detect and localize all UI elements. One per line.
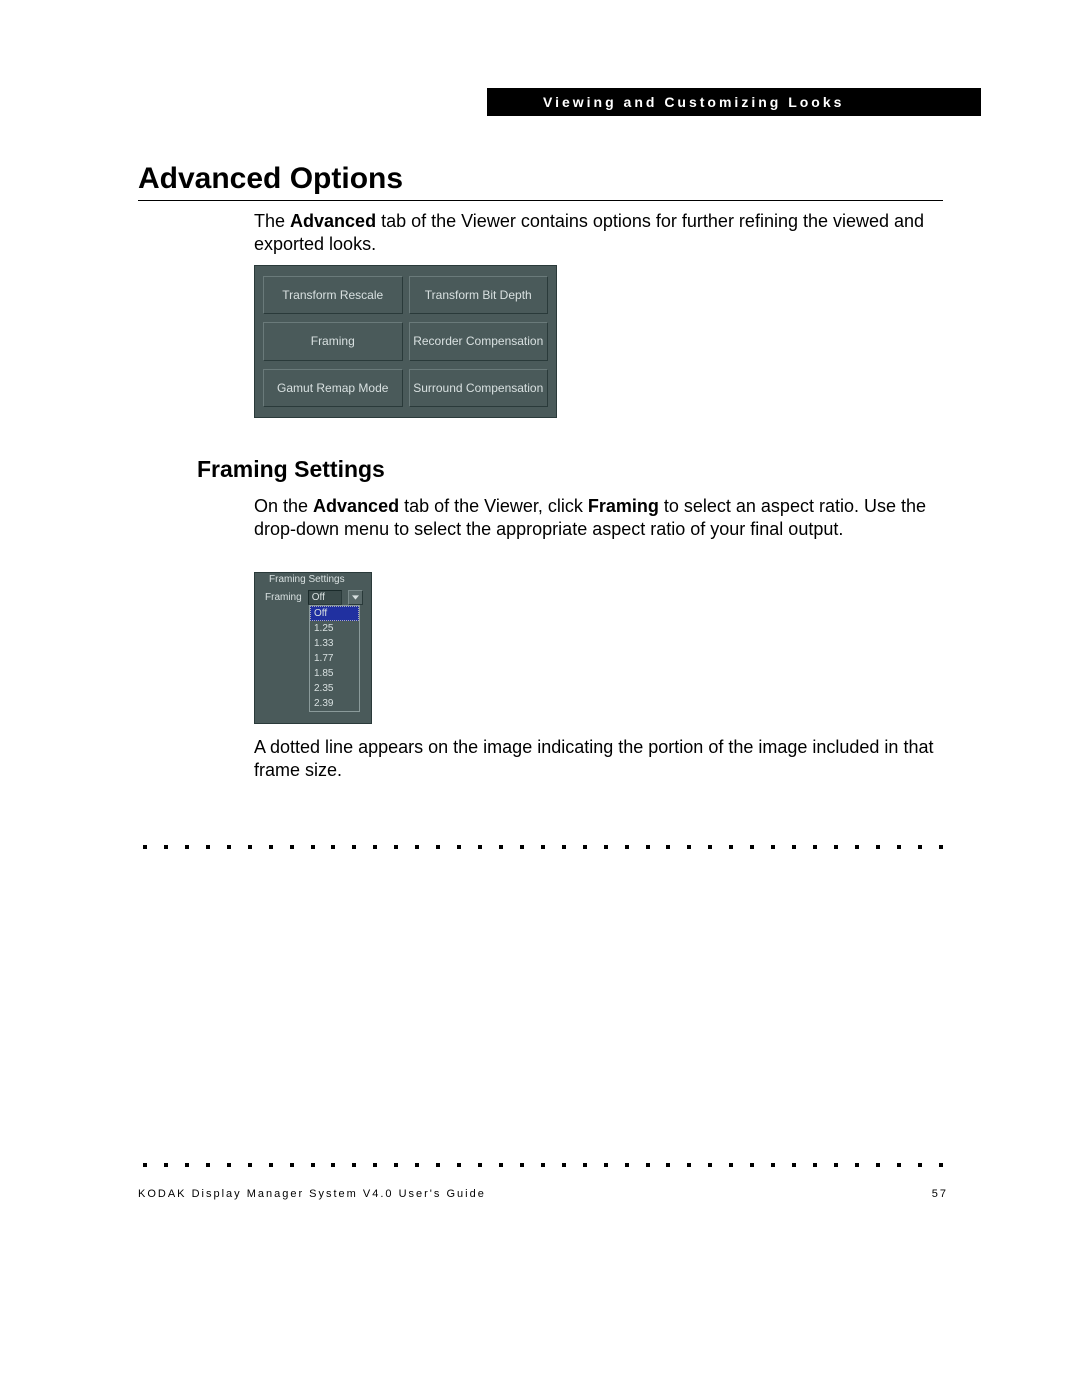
dotted-line-paragraph: A dotted line appears on the image indic… [254,736,944,781]
intro-text-pre: The [254,211,290,231]
footer-title: KODAK Display Manager System V4.0 User's… [138,1188,486,1200]
framing-text-b2: Framing [588,496,659,516]
intro-paragraph: The Advanced tab of the Viewer contains … [254,210,944,255]
framing-option-177[interactable]: 1.77 [310,651,359,666]
chapter-header: Viewing and Customizing Looks [487,88,981,116]
heading-rule [138,200,943,201]
gamut-remap-mode-button[interactable]: Gamut Remap Mode [263,369,403,407]
framing-label: Framing [265,592,302,603]
framing-button[interactable]: Framing [263,322,403,360]
intro-text-bold: Advanced [290,211,376,231]
transform-bit-depth-button[interactable]: Transform Bit Depth [409,276,549,314]
framing-settings-panel: Framing Settings Framing Off Off 1.25 1.… [254,572,372,724]
transform-rescale-button[interactable]: Transform Rescale [263,276,403,314]
framing-paragraph: On the Advanced tab of the Viewer, click… [254,495,944,540]
framing-option-125[interactable]: 1.25 [310,621,359,636]
section-heading-advanced-options: Advanced Options [138,162,403,196]
chapter-title: Viewing and Customizing Looks [543,94,844,110]
framing-option-239[interactable]: 2.39 [310,696,359,711]
framing-select-value[interactable]: Off [308,590,342,605]
framing-option-133[interactable]: 1.33 [310,636,359,651]
decorative-dots-upper [143,845,943,849]
framing-option-off[interactable]: Off [310,606,359,621]
section-heading-framing-settings: Framing Settings [197,456,385,483]
framing-text-b1: Advanced [313,496,399,516]
framing-text-mid: tab of the Viewer, click [399,496,588,516]
framing-control-row: Framing Off [265,590,363,605]
page-number: 57 [932,1188,948,1200]
advanced-tab-panel: Transform Rescale Transform Bit Depth Fr… [254,265,557,418]
framing-dropdown-arrow[interactable] [348,590,363,605]
chevron-down-icon [352,595,359,600]
framing-fieldset-legend: Framing Settings [267,574,347,585]
framing-text-pre: On the [254,496,313,516]
framing-option-235[interactable]: 2.35 [310,681,359,696]
framing-dropdown-list[interactable]: Off 1.25 1.33 1.77 1.85 2.35 2.39 [309,605,360,712]
recorder-compensation-button[interactable]: Recorder Compensation [409,322,549,360]
framing-option-185[interactable]: 1.85 [310,666,359,681]
page-footer: KODAK Display Manager System V4.0 User's… [138,1188,948,1200]
surround-compensation-button[interactable]: Surround Compensation [409,369,549,407]
decorative-dots-lower [143,1163,943,1167]
